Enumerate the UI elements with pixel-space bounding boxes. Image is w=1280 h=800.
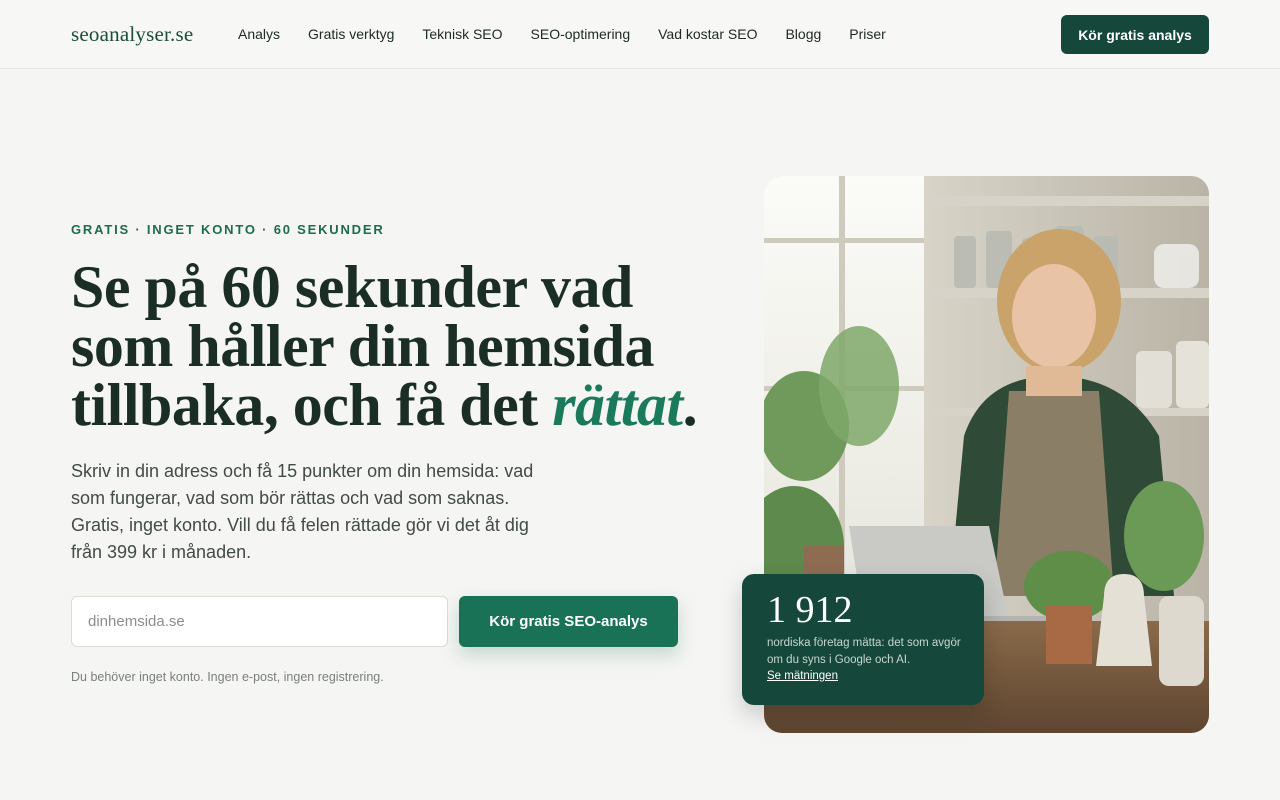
header-cta-button[interactable]: Kör gratis analys (1061, 15, 1209, 54)
nav-item-analys[interactable]: Analys (238, 26, 280, 42)
see-measurement-link[interactable]: Se mätningen (767, 670, 838, 682)
nav-item-blogg[interactable]: Blogg (785, 26, 821, 42)
nav-item-priser[interactable]: Priser (849, 26, 886, 42)
url-input[interactable] (71, 596, 448, 647)
headline-end: . (682, 372, 698, 438)
stat-description: nordiska företag mätta: det som avgör om… (767, 637, 961, 666)
nav-item-teknisk-seo[interactable]: Teknisk SEO (422, 26, 502, 42)
main-nav: Analys Gratis verktyg Teknisk SEO SEO-op… (238, 26, 914, 42)
logo[interactable]: seoanalyser.se (71, 22, 193, 47)
nav-item-vad-kostar-seo[interactable]: Vad kostar SEO (658, 26, 757, 42)
hero-lead: Skriv in din adress och få 15 punkter om… (71, 461, 534, 562)
stat-card: 1 912 nordiska företag mätta: det som av… (742, 574, 984, 705)
nav-item-gratis-verktyg[interactable]: Gratis verktyg (308, 26, 394, 42)
stat-number: 1 912 (767, 589, 853, 631)
hero-headline: Se på 60 sekunder vad som håller din hem… (71, 257, 711, 438)
nav-item-seo-optimering[interactable]: SEO-optimering (531, 26, 631, 42)
run-seo-analysis-button[interactable]: Kör gratis SEO-analys (459, 596, 678, 647)
hero-eyebrow: GRATIS · INGET KONTO · 60 SEKUNDER (71, 222, 385, 237)
hero-note: Du behöver inget konto. Ingen e-post, in… (71, 670, 384, 684)
site-header: seoanalyser.se Analys Gratis verktyg Tek… (0, 0, 1280, 69)
headline-emphasis: rättat (552, 372, 683, 438)
